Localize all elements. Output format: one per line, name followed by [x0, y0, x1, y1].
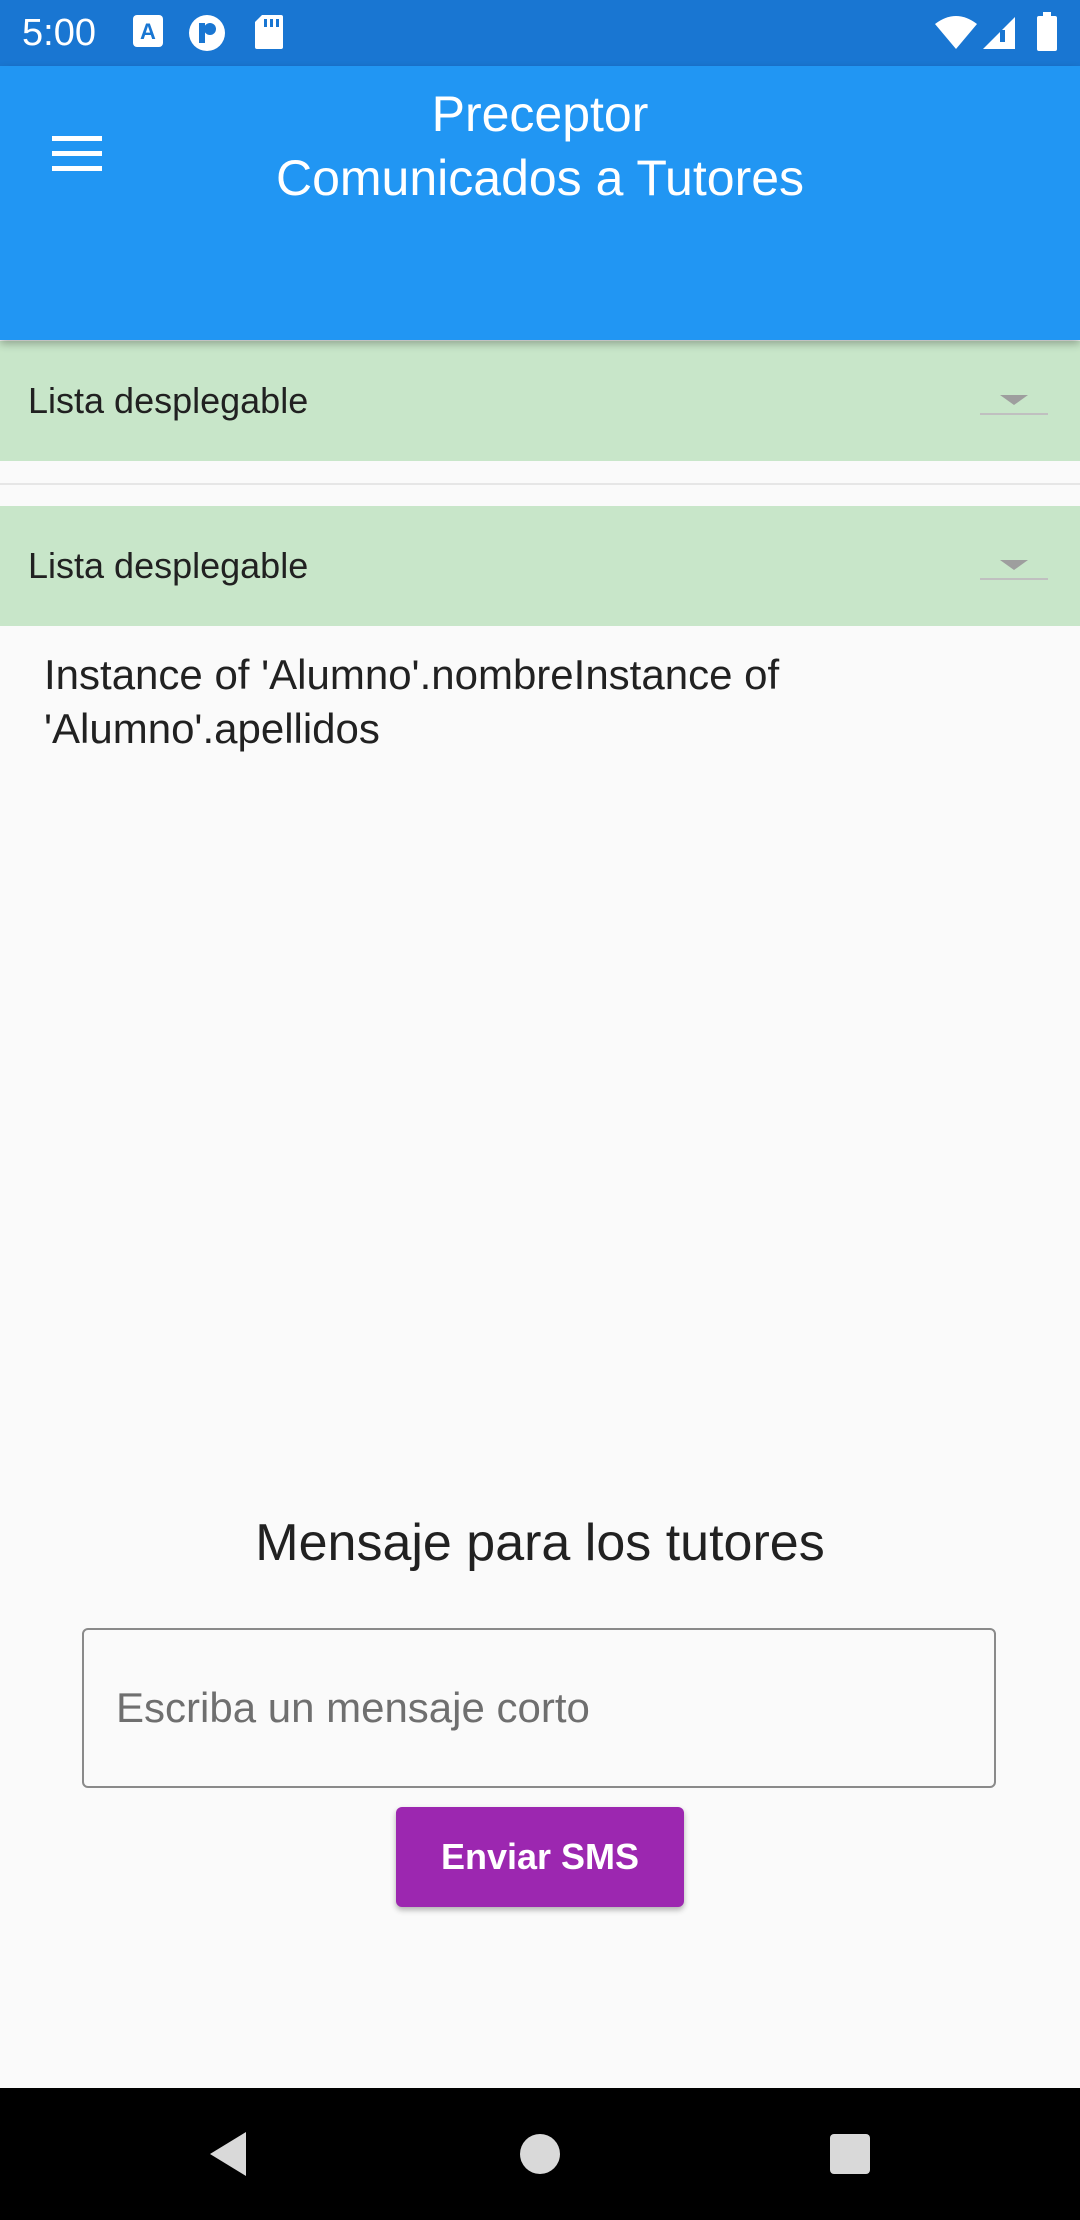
- status-time: 5:00: [22, 12, 96, 54]
- menu-icon[interactable]: [50, 126, 106, 182]
- recents-icon[interactable]: [820, 2124, 880, 2184]
- battery-icon: [1036, 12, 1058, 57]
- chevron-down-icon[interactable]: [978, 552, 1050, 582]
- selected-student-text: Instance of 'Alumno'.nombreInstance of '…: [44, 651, 780, 752]
- chevron-down-icon[interactable]: [978, 387, 1050, 417]
- home-icon[interactable]: [510, 2124, 570, 2184]
- svg-text:A: A: [140, 19, 156, 44]
- dropdown-2-label: Lista desplegable: [28, 545, 309, 586]
- nav-bar: [0, 2088, 1080, 2220]
- page-title-line1: Preceptor: [431, 86, 649, 142]
- signal-icon: [982, 16, 1016, 55]
- sd-card-icon: [254, 14, 284, 55]
- send-sms-button[interactable]: Enviar SMS: [396, 1807, 684, 1907]
- message-input[interactable]: [82, 1628, 996, 1788]
- dropdown-2[interactable]: Lista desplegable: [0, 506, 1080, 626]
- wifi-icon: [934, 16, 978, 55]
- message-heading: Mensaje para los tutores: [255, 1514, 825, 1572]
- app-p-icon: [188, 14, 226, 57]
- status-bar: 5:00 A: [0, 0, 1080, 66]
- text-a-icon: A: [132, 14, 164, 53]
- app-bar: Preceptor Comunicados a Tutores: [0, 66, 1080, 340]
- dropdown-1-label: Lista desplegable: [28, 380, 309, 421]
- dropdown-1[interactable]: Lista desplegable: [0, 341, 1080, 461]
- page-title: Preceptor Comunicados a Tutores: [140, 82, 940, 210]
- page-title-line2: Comunicados a Tutores: [275, 150, 805, 206]
- back-icon[interactable]: [200, 2124, 260, 2184]
- divider: [0, 483, 1080, 485]
